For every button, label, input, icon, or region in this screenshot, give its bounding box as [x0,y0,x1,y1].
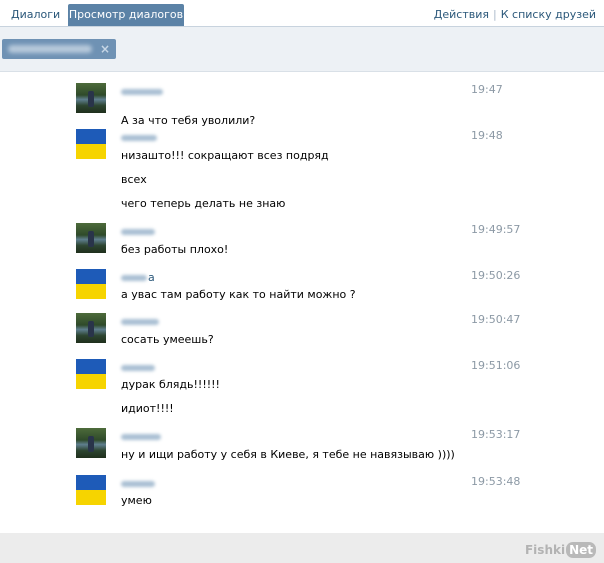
author-name[interactable] [121,87,163,97]
message-time: 19:50:26 [471,269,521,282]
tab-view-dialogs[interactable]: Просмотр диалогов [68,4,184,26]
watermark-text: Fishki [524,543,566,557]
message-text: всех [121,173,147,186]
back-to-friends-link[interactable]: К списку друзей [501,8,596,21]
author-redacted [121,365,155,371]
author-name[interactable] [121,317,159,327]
message-time: 19:49:57 [471,223,521,236]
top-tab-bar: Диалоги Просмотр диалогов Действия | К спи… [0,0,604,27]
message-text: низашто!!! сокращают всез подряд [121,149,329,162]
message-text: ну и ищи работу у себя в Киеве, я тебе н… [121,448,455,461]
message-text: без работы плохо! [121,243,229,256]
author-redacted [121,481,155,487]
message-time: 19:48 [471,129,503,142]
message-time: 19:53:17 [471,428,521,441]
author-redacted [121,135,157,141]
message-text: умею [121,494,152,507]
watermark-badge: Net [566,542,596,558]
author-redacted [121,275,147,281]
avatar[interactable] [76,475,106,505]
author-name[interactable] [121,227,155,237]
actions-separator: | [493,8,497,21]
avatar[interactable] [76,428,106,458]
message-time: 19:50:47 [471,313,521,326]
avatar[interactable] [76,269,106,299]
author-redacted [121,229,155,235]
author-name[interactable] [121,363,155,373]
page-footer: Fishki Net [0,533,604,563]
message-text: дурак блядь!!!!!! [121,378,220,391]
avatar[interactable] [76,313,106,343]
participant-filter-chip[interactable]: × [2,39,116,59]
message-list: 19:47 А за что тебя уволили? 19:48 низаш… [0,72,604,532]
dialog-filter-bar: × [0,27,604,72]
message-time: 19:51:06 [471,359,521,372]
header-actions: Действия | К списку друзей [434,4,596,26]
message-text: идиот!!!! [121,402,174,415]
message-text: А за что тебя уволили? [121,114,256,127]
author-name[interactable] [121,133,157,143]
actions-link[interactable]: Действия [434,8,489,21]
avatar[interactable] [76,359,106,389]
avatar[interactable] [76,83,106,113]
message-text: сосать умеешь? [121,333,214,346]
message-time: 19:47 [471,83,503,96]
chip-redacted-name [8,45,92,53]
site-watermark: Fishki Net [525,542,596,558]
author-name[interactable]: а [121,271,155,284]
avatar[interactable] [76,129,106,159]
author-redacted [121,319,159,325]
author-name[interactable] [121,432,161,442]
tab-dialogs[interactable]: Диалоги [4,4,67,26]
author-name[interactable] [121,479,155,489]
message-text: чего теперь делать не знаю [121,197,286,210]
author-suffix: а [148,271,155,284]
avatar[interactable] [76,223,106,253]
message-text: а увас там работу как то найти можно ? [121,288,356,301]
author-redacted [121,434,161,440]
remove-chip-icon[interactable]: × [100,41,110,57]
message-time: 19:53:48 [471,475,521,488]
author-redacted [121,89,163,95]
